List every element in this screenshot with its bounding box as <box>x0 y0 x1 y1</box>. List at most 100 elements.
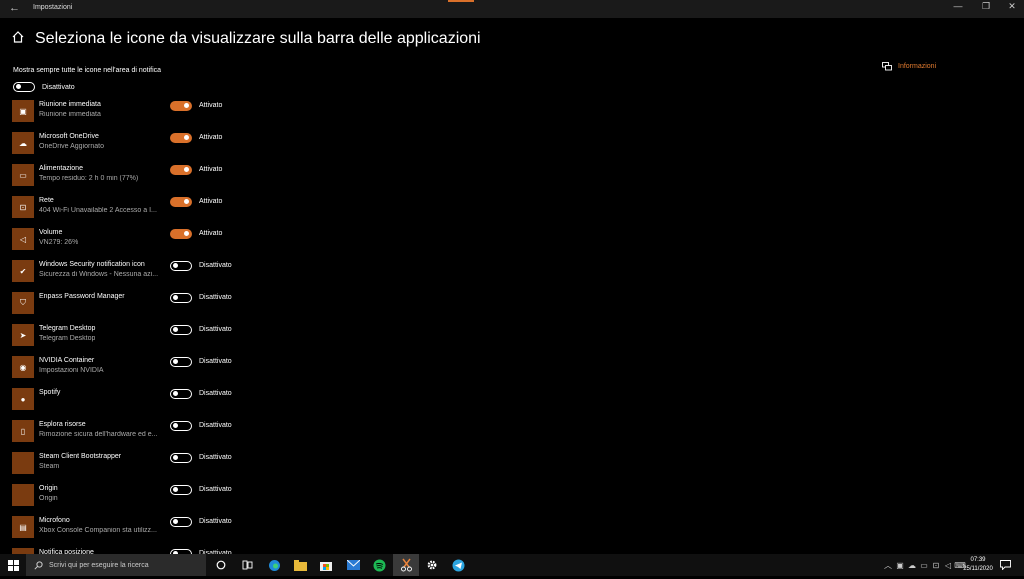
toggle-state-label: Disattivato <box>199 390 232 397</box>
meet-now-icon[interactable]: ▣ <box>894 561 906 570</box>
cortana-icon <box>216 560 226 570</box>
taskbar: Scrivi qui per eseguire la ricerca ︿ ▣ ☁… <box>0 554 1024 576</box>
task-view-icon <box>242 560 252 570</box>
item-toggle[interactable] <box>170 165 192 175</box>
toggle-knob <box>173 263 178 268</box>
toggle-knob <box>184 167 189 172</box>
home-icon[interactable] <box>11 30 25 44</box>
item-toggle[interactable] <box>170 133 192 143</box>
toggle-knob <box>173 359 178 364</box>
toggle-knob <box>184 103 189 108</box>
nvidia-icon: ◉ <box>12 356 34 378</box>
item-toggle[interactable] <box>170 229 192 239</box>
network-icon: ⊡ <box>12 196 34 218</box>
list-item: ▯ Esplora risorse Rimozione sicura dell'ha… <box>12 419 252 451</box>
item-name: Microfono <box>39 517 70 524</box>
item-name: Enpass Password Manager <box>39 293 125 300</box>
show-all-icons-toggle[interactable] <box>13 82 35 92</box>
info-link-label: Informazioni <box>898 63 937 70</box>
taskbar-telegram[interactable] <box>445 554 471 576</box>
windows-security-icon: ✔ <box>12 260 34 282</box>
item-toggle[interactable] <box>170 389 192 399</box>
info-link[interactable]: Informazioni <box>882 62 936 71</box>
taskbar-settings[interactable] <box>419 554 445 576</box>
toggle-state-label: Disattivato <box>199 518 232 525</box>
xbox-icon: ▤ <box>12 516 34 538</box>
clock[interactable]: 07:39 25/11/2020 <box>958 556 998 574</box>
toggle-state-label: Disattivato <box>199 454 232 461</box>
toggle-state-label: Disattivato <box>42 83 75 91</box>
item-toggle[interactable] <box>170 101 192 111</box>
back-arrow-icon[interactable]: ← <box>9 2 20 14</box>
item-subtitle: OneDrive Aggiornato <box>39 143 104 150</box>
toggle-knob <box>173 519 178 524</box>
windows-logo-icon <box>7 559 19 571</box>
toggle-knob <box>173 295 178 300</box>
start-button[interactable] <box>0 554 26 576</box>
taskbar-spotify[interactable] <box>366 554 392 576</box>
toggle-knob <box>184 199 189 204</box>
item-toggle[interactable] <box>170 293 192 303</box>
toggle-state-label: Attivato <box>199 198 223 205</box>
item-name: Spotify <box>39 389 61 396</box>
item-subtitle: 404 Wi-Fi Unavailable 2 Accesso a I... <box>39 207 157 214</box>
taskbar-file-explorer[interactable] <box>287 554 313 576</box>
item-toggle[interactable] <box>170 485 192 495</box>
battery-icon[interactable]: ▭ <box>918 561 930 570</box>
list-item: ▤ Microfono Xbox Console Companion sta uti… <box>12 515 252 547</box>
spotify-icon: ● <box>12 388 34 410</box>
window-title: Impostazioni <box>33 4 73 11</box>
search-placeholder: Scrivi qui per eseguire la ricerca <box>49 561 149 569</box>
item-toggle[interactable] <box>170 517 192 527</box>
taskbar-store[interactable] <box>313 554 339 576</box>
toggle-state-label: Attivato <box>199 134 223 141</box>
list-item: Origin Origin Disattivato <box>12 483 252 515</box>
taskbar-edge[interactable] <box>261 554 287 576</box>
taskbar-settings-app[interactable] <box>393 554 419 576</box>
cortana-button[interactable] <box>208 554 234 576</box>
list-item: ⛉ Enpass Password Manager Disattivato <box>12 291 252 323</box>
cloud-icon: ☁ <box>12 132 34 154</box>
clock-date: 25/11/2020 <box>963 566 993 572</box>
toggle-state-label: Disattivato <box>199 262 232 269</box>
item-toggle[interactable] <box>170 261 192 271</box>
item-subtitle: Xbox Console Companion sta utilizz... <box>39 527 157 534</box>
item-name: Volume <box>39 229 63 236</box>
task-view-button[interactable] <box>234 554 260 576</box>
item-toggle[interactable] <box>170 325 192 335</box>
list-item: Steam Client Bootstrapper Steam Disattivat… <box>12 451 252 483</box>
list-item: ☁ Microsoft OneDrive OneDrive Aggiornato At… <box>12 131 252 163</box>
network-icon[interactable]: ⊡ <box>930 561 942 570</box>
item-name: Riunione immediata <box>39 101 101 108</box>
cloud-icon[interactable]: ☁ <box>906 561 918 570</box>
item-toggle[interactable] <box>170 421 192 431</box>
usb-eject-icon: ▯ <box>12 420 34 442</box>
item-toggle[interactable] <box>170 357 192 367</box>
maximize-button[interactable]: ❐ <box>972 1 1000 12</box>
taskbar-search-box[interactable]: Scrivi qui per eseguire la ricerca <box>26 554 206 576</box>
minimize-button[interactable]: — <box>944 1 972 11</box>
toggle-state-label: Disattivato <box>199 358 232 365</box>
toggle-state-label: Disattivato <box>199 486 232 493</box>
speaker-icon[interactable]: ◁ <box>942 561 954 570</box>
toggle-knob <box>184 135 189 140</box>
clock-time: 07:39 <box>970 557 986 563</box>
item-toggle[interactable] <box>170 197 192 207</box>
snipping-tool-icon <box>400 558 412 572</box>
item-name: Steam Client Bootstrapper <box>39 453 122 460</box>
list-item: ▭ Alimentazione Tempo residuo: 2 h 0 min (… <box>12 163 252 195</box>
chevron-up-icon[interactable]: ︿ <box>882 560 894 571</box>
tray-icons-list: ▣ Riunione immediata Riunione immediata Att… <box>12 99 252 579</box>
action-center-button[interactable] <box>1000 554 1011 576</box>
item-toggle[interactable] <box>170 453 192 463</box>
system-tray: ︿ ▣ ☁ ▭ ⊡ ◁ ⌨ <box>882 554 966 576</box>
spotify-icon <box>373 559 385 571</box>
item-subtitle: Steam <box>39 463 60 470</box>
toggle-knob <box>173 455 178 460</box>
accent-strip <box>448 0 474 2</box>
item-name: Telegram Desktop <box>39 325 96 332</box>
list-item: ▣ Riunione immediata Riunione immediata Att… <box>12 99 252 131</box>
close-button[interactable]: ✕ <box>998 1 1024 12</box>
taskbar-mail[interactable] <box>340 554 366 576</box>
toggle-knob <box>173 487 178 492</box>
